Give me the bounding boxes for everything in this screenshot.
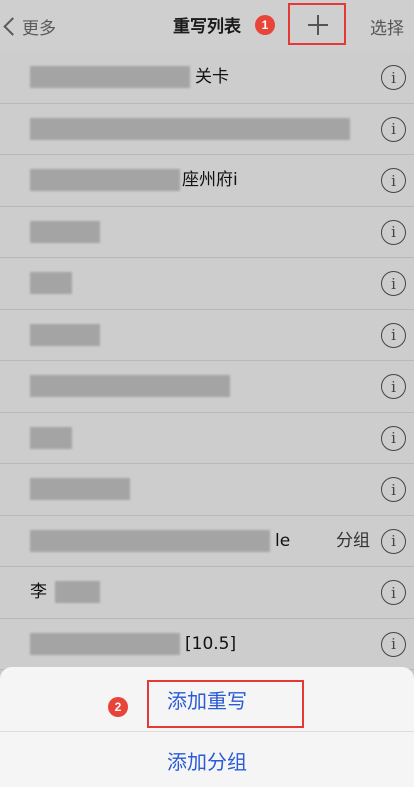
rewrite-list: 关卡 i i 座州府i i i i i i i i le 分组 i 李 i [1… bbox=[0, 52, 414, 670]
chevron-left-icon bbox=[0, 14, 22, 38]
info-icon[interactable]: i bbox=[381, 271, 406, 296]
group-label: 分组 bbox=[336, 530, 370, 551]
blurred-text bbox=[30, 529, 270, 552]
select-button[interactable]: 选择 bbox=[370, 14, 404, 39]
list-item-label: 关卡 bbox=[195, 67, 229, 87]
blurred-text bbox=[30, 632, 180, 655]
list-item[interactable]: i bbox=[0, 258, 414, 310]
list-item[interactable]: 座州府i i bbox=[0, 155, 414, 207]
blurred-text bbox=[30, 426, 72, 449]
blurred-text bbox=[30, 169, 180, 191]
list-item-label: 座州府i bbox=[182, 170, 238, 190]
info-icon[interactable]: i bbox=[381, 425, 406, 451]
add-rewrite-highlight bbox=[147, 680, 304, 728]
list-item-label: [10.5] bbox=[185, 633, 237, 654]
list-item[interactable]: i bbox=[0, 412, 414, 464]
nav-bar: 更多 重写列表 1 选择 bbox=[0, 0, 414, 52]
blurred-text bbox=[30, 220, 100, 243]
add-group-option[interactable]: 添加分组 bbox=[0, 731, 414, 787]
blurred-text bbox=[55, 581, 100, 603]
list-item[interactable]: 关卡 i bbox=[0, 52, 414, 104]
step-badge-1: 1 bbox=[255, 15, 275, 35]
info-icon[interactable]: i bbox=[381, 116, 406, 142]
list-item-label: 李 bbox=[30, 582, 47, 602]
info-icon[interactable]: i bbox=[381, 322, 406, 348]
blurred-text bbox=[30, 117, 350, 140]
list-item[interactable]: [10.5] i bbox=[0, 618, 414, 670]
info-icon[interactable]: i bbox=[381, 219, 406, 245]
list-item[interactable]: i bbox=[0, 206, 414, 258]
back-label: 更多 bbox=[22, 18, 56, 39]
list-item[interactable]: le 分组 i bbox=[0, 515, 414, 567]
info-icon[interactable]: i bbox=[381, 168, 406, 193]
blurred-text bbox=[30, 375, 230, 397]
list-item-label: le bbox=[275, 530, 291, 551]
plus-icon bbox=[308, 15, 328, 35]
list-item[interactable]: i bbox=[0, 361, 414, 413]
list-item[interactable]: i bbox=[0, 103, 414, 155]
info-icon[interactable]: i bbox=[381, 65, 406, 90]
page-title: 重写列表 bbox=[173, 17, 241, 37]
blurred-text bbox=[30, 272, 72, 294]
info-icon[interactable]: i bbox=[381, 477, 406, 502]
info-icon[interactable]: i bbox=[381, 528, 406, 554]
info-icon[interactable]: i bbox=[381, 631, 406, 657]
step-badge-2: 2 bbox=[108, 697, 128, 717]
blurred-text bbox=[30, 323, 100, 346]
list-item[interactable]: i bbox=[0, 464, 414, 516]
add-button[interactable] bbox=[288, 3, 346, 45]
info-icon[interactable]: i bbox=[381, 580, 406, 605]
back-button[interactable]: 更多 bbox=[0, 10, 56, 42]
info-icon[interactable]: i bbox=[381, 374, 406, 399]
blurred-text bbox=[30, 478, 130, 500]
list-item[interactable]: 李 i bbox=[0, 567, 414, 619]
blurred-text bbox=[30, 66, 190, 88]
list-item[interactable]: i bbox=[0, 309, 414, 361]
